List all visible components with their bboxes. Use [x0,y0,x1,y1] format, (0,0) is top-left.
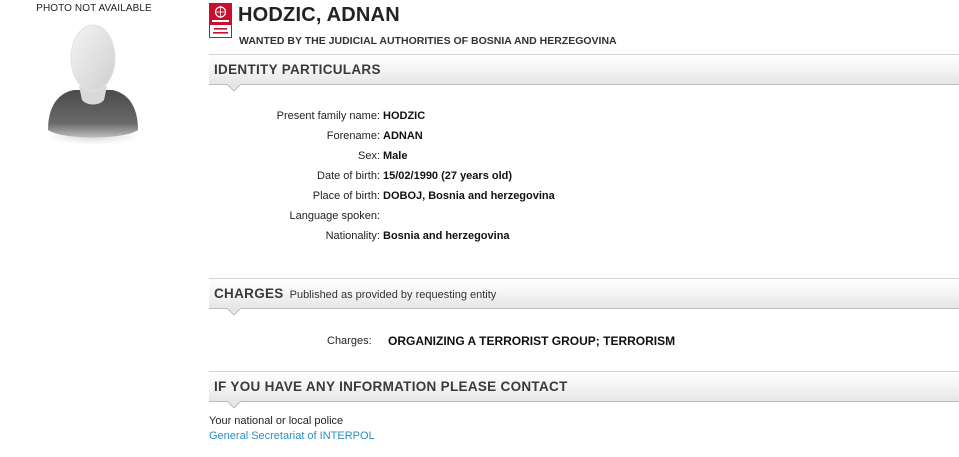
contact-section-header: IF YOU HAVE ANY INFORMATION PLEASE CONTA… [209,371,959,408]
person-name: HODZIC, ADNAN [238,4,400,26]
identity-label: Present family name: [276,110,380,122]
identity-label: Nationality: [325,230,380,242]
photo-panel: PHOTO NOT AVAILABLE [0,0,190,160]
identity-label: Sex: [357,150,380,162]
notch-arrow-icon [227,84,241,91]
wanted-by-text: WANTED BY THE JUDICIAL AUTHORITIES OF BO… [239,35,617,47]
contact-police-text: Your national or local police [209,415,344,427]
contact-section-title: IF YOU HAVE ANY INFORMATION PLEASE CONTA… [214,379,568,394]
photo-caption: PHOTO NOT AVAILABLE [36,3,152,14]
red-notice-page: PHOTO NOT AVAILABLE HODZIC, ADNAN WANTED… [0,0,959,457]
identity-value: 15/02/1990 (27 years old) [383,170,513,182]
charges-subtitle: Published as provided by requesting enti… [289,289,497,301]
identity-value: Male [383,150,408,162]
interpol-contact-link[interactable]: General Secretariat of INTERPOL [209,430,375,442]
charges-title: CHARGES [214,286,284,301]
identity-section-header: IDENTITY PARTICULARS [209,54,959,91]
identity-row: Place of birth: DOBOJ, Bosnia and herzeg… [209,190,909,204]
interpol-red-notice-icon [209,3,232,38]
identity-row: Present family name: HODZIC [209,110,909,124]
identity-row: Nationality: Bosnia and herzegovina [209,230,909,244]
identity-label: Date of birth: [317,170,380,182]
identity-row: Language spoken: [209,210,909,224]
identity-row: Sex: Male [209,150,909,164]
charges-section-header: CHARGES Published as provided by requesti… [209,278,959,315]
identity-value: Bosnia and herzegovina [383,230,510,242]
identity-value: ADNAN [383,130,423,142]
identity-label: Place of birth: [312,190,380,202]
identity-row: Forename: ADNAN [209,130,909,144]
person-silhouette-icon [46,24,140,145]
charges-section-title: CHARGES Published as provided by requesti… [214,286,496,301]
identity-label: Forename: [326,130,380,142]
notch-arrow-icon [227,308,241,315]
identity-row: Date of birth: 15/02/1990 (27 years old) [209,170,909,184]
identity-label: Language spoken: [289,210,380,222]
charges-label: Charges: [327,335,372,347]
identity-section-title: IDENTITY PARTICULARS [214,62,381,77]
notch-arrow-icon [227,401,241,408]
identity-value: DOBOJ, Bosnia and herzegovina [383,190,555,202]
identity-value: HODZIC [383,110,426,122]
charges-value: ORGANIZING A TERRORIST GROUP; TERRORISM [388,334,676,348]
